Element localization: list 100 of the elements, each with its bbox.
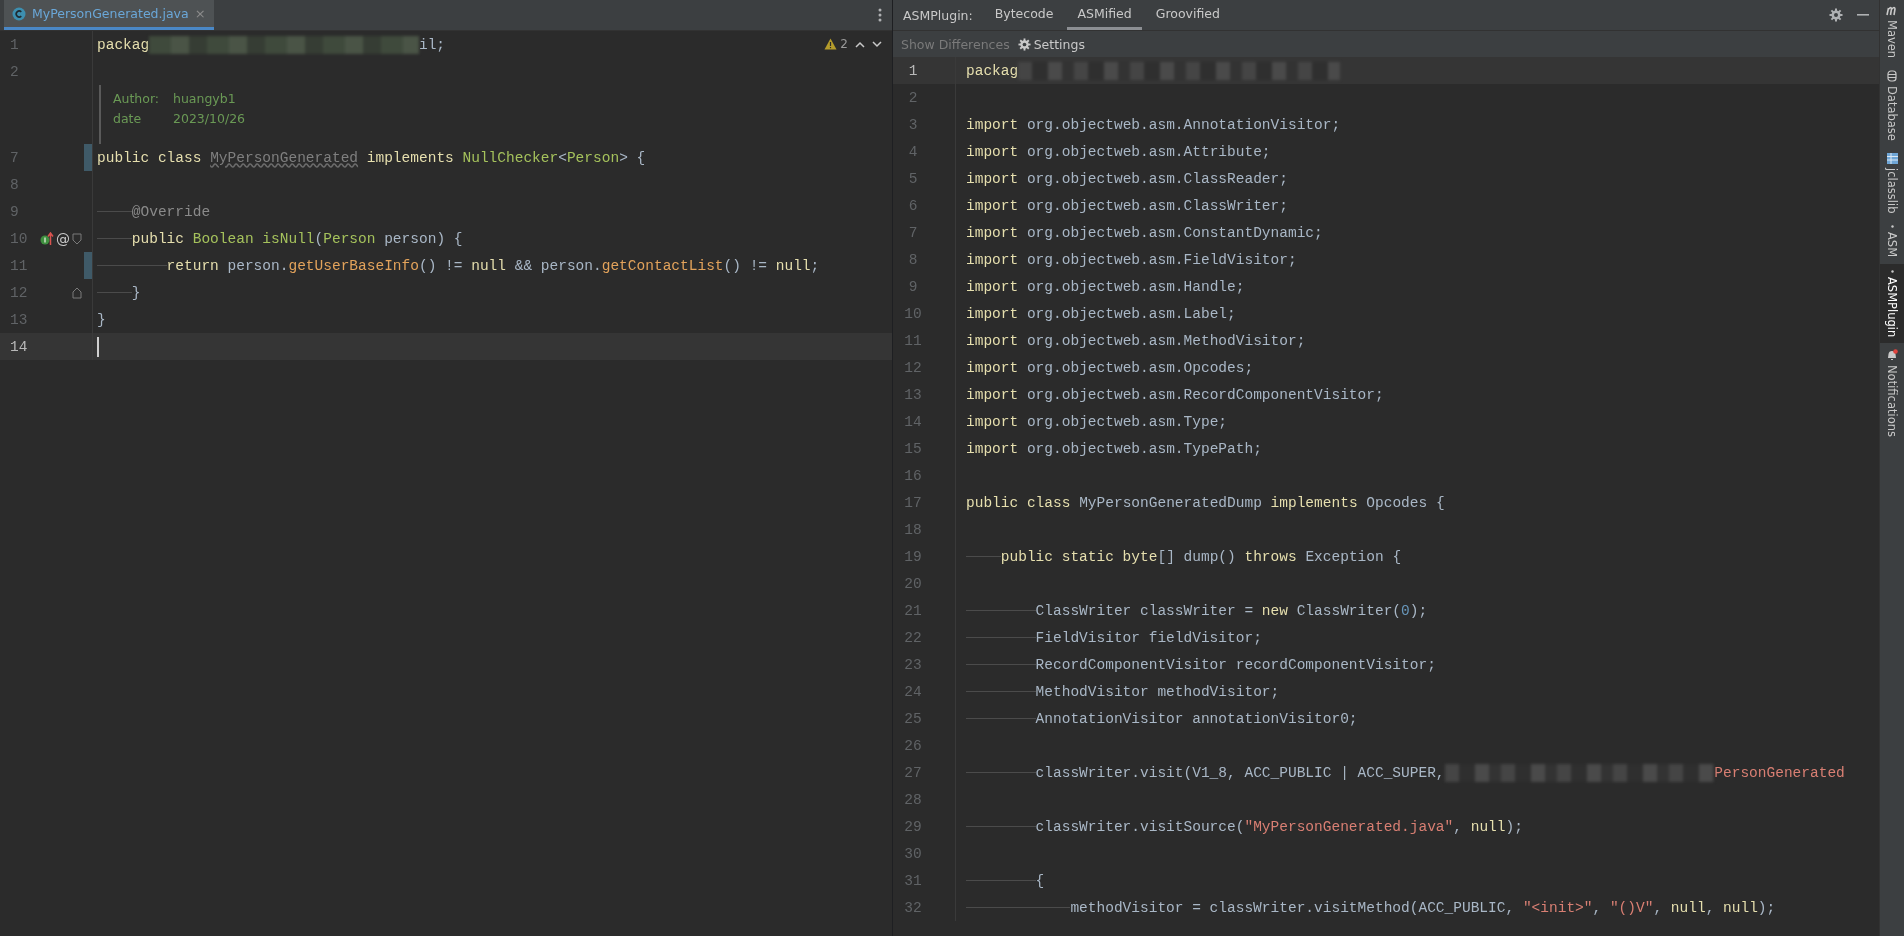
line-number: 5	[907, 170, 919, 187]
line-number: 23	[903, 656, 923, 673]
line-number: 24	[903, 683, 923, 700]
warning-icon[interactable]	[824, 38, 838, 50]
code-text: public Boolean isNull(Person person) {	[97, 230, 463, 247]
line-number: 21	[903, 602, 923, 619]
line-number: 20	[903, 575, 923, 592]
settings-icon[interactable]	[1829, 8, 1843, 22]
line-number: 1	[9, 36, 20, 53]
dot-icon	[1890, 269, 1894, 273]
code-text: PersonGenerated	[1714, 764, 1845, 781]
line-number: 26	[903, 737, 923, 754]
code-text: classWriter.visitSource("MyPersonGenerated.java", null);	[966, 818, 1523, 835]
line-number: 22	[903, 629, 923, 646]
code-text: il;	[418, 36, 446, 53]
code-text: import org.objectweb.asm.Opcodes;	[966, 359, 1254, 376]
line-number: 9	[9, 203, 20, 220]
code-text: AnnotationVisitor annotationVisitor0;	[966, 710, 1358, 727]
tool-window-button[interactable]: ASMPlugin	[1880, 263, 1904, 343]
code-text: methodVisitor = classWriter.visitMethod(ACC_PUBLIC, "<init>", "()V", null, null);	[966, 899, 1776, 916]
doc-value: 2023/10/26	[173, 111, 246, 126]
tab-label: MyPersonGenerated.java	[32, 6, 189, 21]
code-text: public class MyPersonGenerated implements NullChecker<Person> {	[97, 149, 646, 166]
line-number: 28	[903, 791, 923, 808]
line-number: 7	[9, 149, 20, 166]
warning-count: 2	[840, 37, 848, 51]
line-number: 4	[907, 143, 919, 160]
line-number: 7	[907, 224, 919, 241]
more-icon[interactable]	[878, 8, 882, 22]
line-number: 3	[907, 116, 919, 133]
code-text: ClassWriter classWriter = new ClassWriter(0);	[966, 602, 1428, 619]
code-text: import org.objectweb.asm.Label;	[966, 305, 1236, 322]
tool-window-button[interactable]: Notifications	[1880, 342, 1904, 443]
line-number: 2	[9, 63, 20, 80]
chevron-down-icon[interactable]	[872, 40, 882, 48]
line-number: 16	[903, 467, 923, 484]
line-number: 13	[9, 311, 29, 328]
line-number: 32	[903, 899, 923, 916]
code-text: import org.objectweb.asm.MethodVisitor;	[966, 332, 1306, 349]
implements-icon[interactable]	[40, 231, 54, 246]
line-number: 12	[903, 359, 923, 376]
code-text: public class MyPersonGeneratedDump implements Opcodes {	[966, 494, 1445, 511]
tool-window-button[interactable]: Maven	[1880, 0, 1904, 65]
text-cursor	[97, 336, 99, 357]
fold-icon[interactable]	[72, 232, 82, 245]
tool-window-button[interactable]: Database	[1880, 64, 1904, 147]
code-text: packag	[97, 36, 150, 53]
code-text: import org.objectweb.asm.ConstantDynamic;	[966, 224, 1323, 241]
grid-icon	[1886, 153, 1898, 164]
code-text: }	[97, 284, 141, 301]
code-text: import org.objectweb.asm.Handle;	[966, 278, 1245, 295]
doc-label: Author:	[113, 91, 161, 106]
panel-tab[interactable]: Groovified	[1145, 0, 1230, 30]
line-number: 11	[903, 332, 923, 349]
annotation-marker[interactable]: @	[56, 230, 70, 247]
line-number: 18	[903, 521, 923, 538]
tool-window-button[interactable]: ASM	[1880, 219, 1904, 264]
code-text: {	[966, 872, 1045, 889]
chevron-up-icon[interactable]	[855, 40, 865, 48]
code-text: import org.objectweb.asm.ClassWriter;	[966, 197, 1288, 214]
code-text: packag	[966, 62, 1019, 79]
line-number: 6	[907, 197, 919, 214]
tool-window-button[interactable]: jclasslib	[1880, 147, 1904, 220]
doc-label: date	[113, 111, 143, 126]
line-number: 15	[903, 440, 923, 457]
code-text: import org.objectweb.asm.TypePath;	[966, 440, 1262, 457]
gear-icon	[1017, 37, 1031, 51]
code-text: classWriter.visit(V1_8, ACC_PUBLIC | ACC_SUPER,	[966, 764, 1445, 781]
class-icon	[12, 6, 26, 21]
bell-icon	[1886, 348, 1898, 361]
line-number: 8	[9, 176, 20, 193]
line-number: 9	[907, 278, 919, 295]
line-number: 13	[903, 386, 923, 403]
code-text: import org.objectweb.asm.ClassReader;	[966, 170, 1288, 187]
code-text: @Override	[97, 203, 211, 220]
line-number: 17	[903, 494, 923, 511]
line-number: 11	[9, 257, 29, 274]
code-text: FieldVisitor fieldVisitor;	[966, 629, 1262, 646]
doc-value: huangyb1	[173, 91, 236, 106]
line-number: 14	[903, 413, 923, 430]
line-number: 30	[903, 845, 923, 862]
line-number: 12	[9, 284, 29, 301]
code-text: }	[97, 311, 106, 328]
code-text: import org.objectweb.asm.Attribute;	[966, 143, 1271, 160]
code-text: import org.objectweb.asm.RecordComponentVisitor;	[966, 386, 1384, 403]
panel-tab[interactable]: Bytecode	[984, 0, 1064, 30]
dot-icon	[1890, 225, 1894, 229]
fold-icon[interactable]	[72, 286, 82, 299]
code-text: import org.objectweb.asm.Type;	[966, 413, 1228, 430]
code-text: return person.getUserBaseInfo() != null && person.getContactList() != null;	[97, 257, 820, 274]
line-number: 29	[903, 818, 923, 835]
database-icon	[1887, 70, 1897, 83]
line-number: 10	[9, 230, 29, 247]
code-text: MethodVisitor methodVisitor;	[966, 683, 1280, 700]
line-number: 1	[907, 62, 919, 79]
line-number: 8	[907, 251, 919, 268]
toolbar-button[interactable]: Settings	[1015, 36, 1087, 52]
code-text: public static byte[] dump() throws Exception {	[966, 548, 1402, 565]
line-number: 14	[9, 338, 29, 355]
line-number: 25	[903, 710, 923, 727]
